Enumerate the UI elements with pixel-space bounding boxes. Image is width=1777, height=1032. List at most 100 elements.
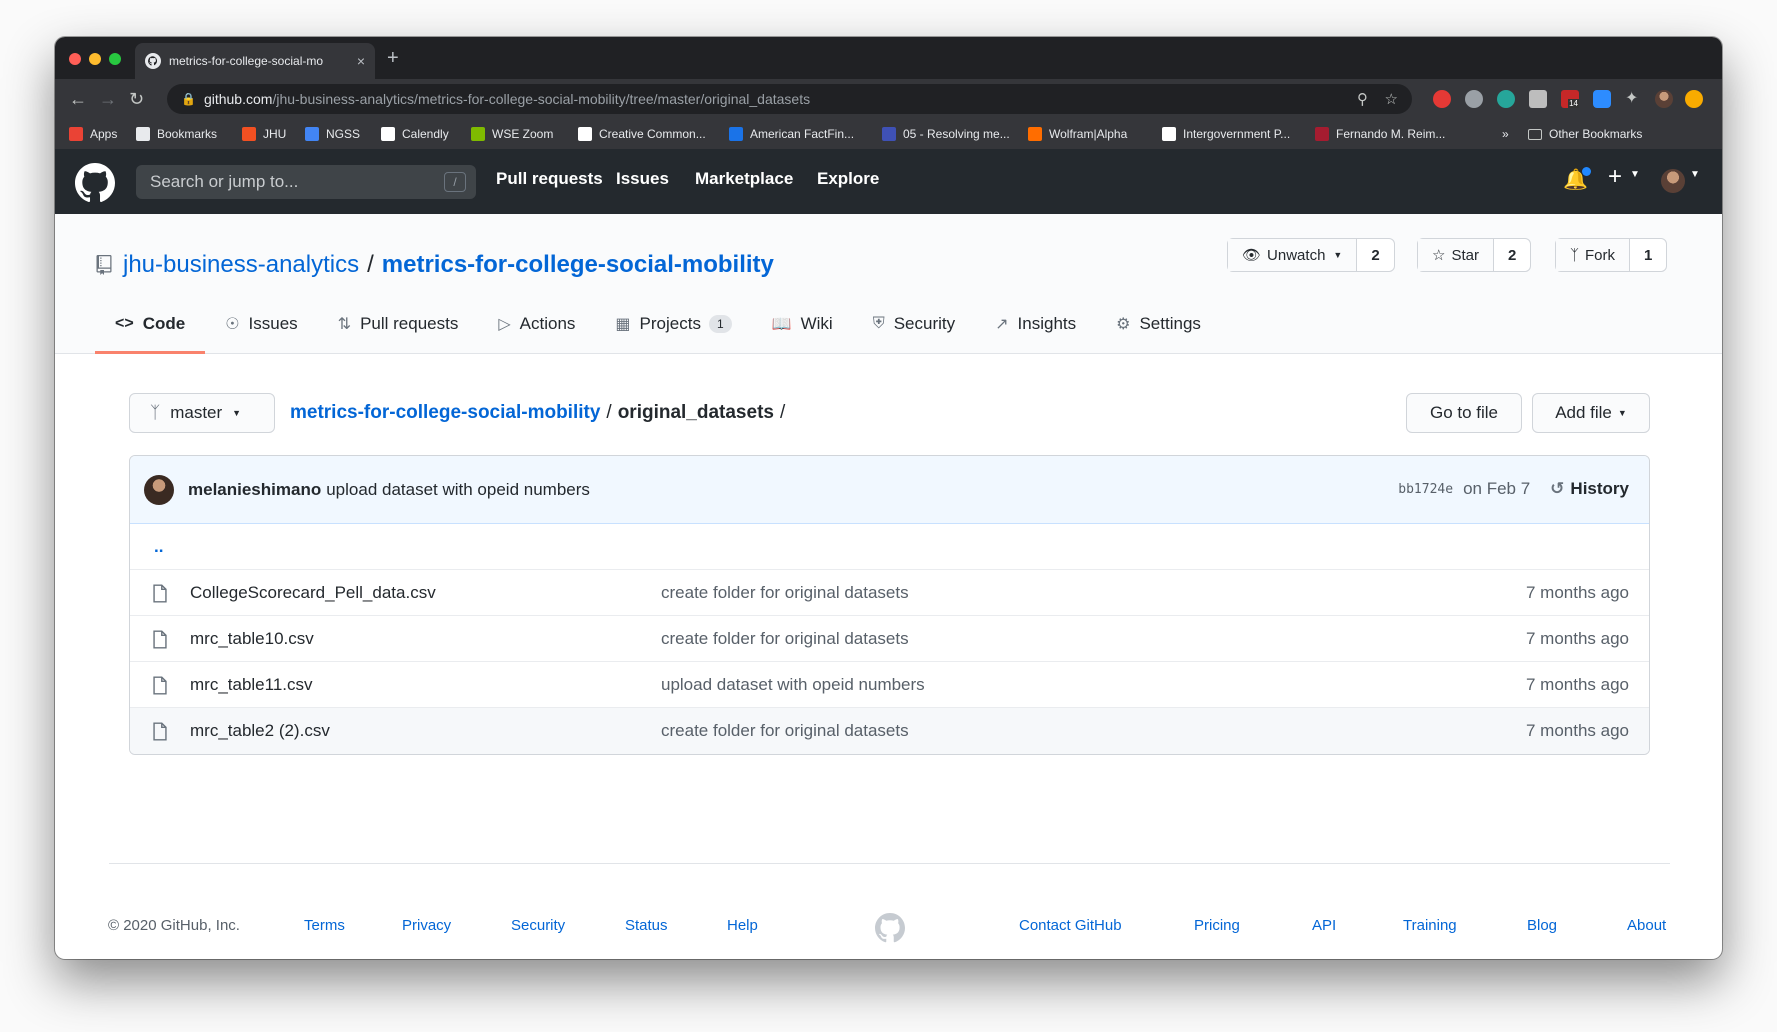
- star-count[interactable]: 2: [1493, 239, 1531, 271]
- file-commit-message[interactable]: create folder for original datasets: [661, 629, 909, 649]
- zoom-window-button[interactable]: [109, 53, 121, 65]
- file-commit-message[interactable]: create folder for original datasets: [661, 583, 909, 603]
- back-arrow-icon[interactable]: ←: [69, 88, 87, 110]
- create-new-plus-icon[interactable]: +: [1608, 163, 1622, 191]
- zoom-extension-icon[interactable]: [1593, 90, 1611, 108]
- footer-link-help[interactable]: Help: [727, 917, 758, 934]
- tab-security[interactable]: ⛨ Security: [853, 294, 975, 354]
- add-file-button[interactable]: Add file ▼: [1532, 393, 1650, 433]
- tab-close-icon[interactable]: ×: [357, 53, 365, 69]
- repo-owner-link[interactable]: jhu-business-analytics: [123, 251, 359, 279]
- extension-icon[interactable]: [1433, 90, 1451, 108]
- profile-avatar[interactable]: [1655, 90, 1673, 108]
- github-logo-icon[interactable]: [75, 163, 115, 203]
- footer-link-about[interactable]: About: [1627, 917, 1666, 934]
- chevron-down-icon[interactable]: ▼: [1690, 169, 1700, 180]
- nav-issues[interactable]: Issues: [616, 169, 669, 189]
- footer-link-security[interactable]: Security: [511, 917, 565, 934]
- puzzle-icon[interactable]: ✦: [1625, 90, 1643, 108]
- footer-link-terms[interactable]: Terms: [304, 917, 345, 934]
- tab-pull-requests[interactable]: ⇅ Pull requests: [318, 294, 479, 354]
- commit-message-link[interactable]: upload dataset with opeid numbers: [326, 480, 590, 500]
- new-tab-button[interactable]: +: [387, 47, 399, 69]
- watch-count[interactable]: 2: [1357, 239, 1394, 271]
- footer-link-blog[interactable]: Blog: [1527, 917, 1557, 934]
- star-button[interactable]: ☆ Star: [1418, 239, 1494, 271]
- bookmark-item[interactable]: Bookmarks: [136, 127, 217, 141]
- footer-link-training[interactable]: Training: [1403, 917, 1457, 934]
- bookmark-label: Intergovernment P...: [1183, 127, 1291, 141]
- file-age: 7 months ago: [1525, 582, 1629, 602]
- author-avatar[interactable]: [144, 474, 174, 505]
- address-bar[interactable]: 🔒 github.com /jhu-business-analytics/met…: [167, 84, 1412, 114]
- fork-count[interactable]: 1: [1630, 239, 1667, 271]
- table-row: mrc_table11.csv upload dataset with opei…: [130, 662, 1649, 708]
- bookmark-item[interactable]: American FactFin...: [729, 127, 854, 141]
- bookmark-item[interactable]: Fernando M. Reim...: [1315, 127, 1445, 141]
- bookmark-item[interactable]: Intergovernment P...: [1162, 127, 1290, 141]
- chevron-down-icon[interactable]: ▼: [1630, 169, 1640, 180]
- extension-icon[interactable]: [1529, 90, 1547, 108]
- file-name-link[interactable]: mrc_table2 (2).csv: [190, 721, 330, 741]
- bookmark-item[interactable]: Apps: [69, 127, 117, 141]
- tab-actions[interactable]: ▷ Actions: [478, 294, 595, 354]
- fork-button[interactable]: ᛉ Fork: [1556, 239, 1631, 271]
- bookmark-item[interactable]: Calendly: [381, 127, 449, 141]
- github-footer-logo-icon[interactable]: [875, 913, 905, 943]
- extension-icon[interactable]: [1497, 90, 1515, 108]
- bookmark-item[interactable]: 05 - Resolving me...: [882, 127, 1010, 141]
- footer-link-status[interactable]: Status: [625, 917, 668, 934]
- forward-arrow-icon[interactable]: →: [99, 88, 117, 110]
- bookmark-item[interactable]: NGSS: [305, 127, 360, 141]
- file-name-link[interactable]: mrc_table10.csv: [190, 629, 314, 649]
- pull-request-icon: ⇅: [337, 316, 352, 333]
- bookmark-item[interactable]: JHU: [242, 127, 286, 141]
- bookmarks-more-button[interactable]: »: [1502, 127, 1509, 141]
- tab-code[interactable]: <> Code: [95, 294, 206, 354]
- history-link[interactable]: ↺ History: [1550, 479, 1629, 499]
- file-commit-message[interactable]: create folder for original datasets: [661, 721, 909, 741]
- file-commit-message[interactable]: upload dataset with opeid numbers: [661, 675, 925, 695]
- nav-pull-requests[interactable]: Pull requests: [496, 169, 603, 189]
- footer-link-api[interactable]: API: [1312, 917, 1336, 934]
- commit-author-link[interactable]: melanieshimano: [188, 480, 321, 500]
- tab-insights[interactable]: ↗ Insights: [975, 294, 1096, 354]
- update-icon[interactable]: [1685, 90, 1703, 108]
- reload-icon[interactable]: ↻: [129, 88, 144, 110]
- zoom-icon[interactable]: ⚲: [1357, 90, 1368, 108]
- tab-settings[interactable]: ⚙ Settings: [1096, 294, 1221, 354]
- close-window-button[interactable]: [69, 53, 81, 65]
- unwatch-button[interactable]: 👁 Unwatch ▼: [1228, 239, 1358, 271]
- bookmark-item[interactable]: Creative Common...: [578, 127, 706, 141]
- parent-directory-link[interactable]: ..: [130, 537, 163, 557]
- footer-link-pricing[interactable]: Pricing: [1194, 917, 1240, 934]
- extension-icon[interactable]: [1465, 90, 1483, 108]
- go-to-file-button[interactable]: Go to file: [1406, 393, 1522, 433]
- nav-explore[interactable]: Explore: [817, 169, 879, 189]
- user-avatar[interactable]: [1661, 169, 1685, 193]
- commit-sha-link[interactable]: bb1724e: [1398, 482, 1453, 497]
- footer-link-privacy[interactable]: Privacy: [402, 917, 451, 934]
- nav-marketplace[interactable]: Marketplace: [695, 169, 793, 189]
- browser-tab[interactable]: metrics-for-college-social-mo ×: [135, 43, 375, 79]
- search-input[interactable]: Search or jump to... /: [136, 165, 476, 199]
- minimize-window-button[interactable]: [89, 53, 101, 65]
- other-bookmarks-folder[interactable]: Other Bookmarks: [1528, 127, 1642, 141]
- breadcrumb-repo-link[interactable]: metrics-for-college-social-mobility: [290, 402, 600, 424]
- footer-link-contact[interactable]: Contact GitHub: [1019, 917, 1122, 934]
- bookmark-item[interactable]: Wolfram|Alpha: [1028, 127, 1127, 141]
- extension-icon[interactable]: 14: [1561, 90, 1579, 108]
- bookmark-item[interactable]: WSE Zoom: [471, 127, 553, 141]
- file-name-link[interactable]: CollegeScorecard_Pell_data.csv: [190, 583, 436, 603]
- bookmark-star-icon[interactable]: ☆: [1385, 90, 1398, 108]
- file-name-link[interactable]: mrc_table11.csv: [190, 675, 313, 695]
- branch-selector[interactable]: ᛉ master ▼: [129, 393, 275, 433]
- project-icon: ▦: [615, 316, 631, 333]
- repo-name-link[interactable]: metrics-for-college-social-mobility: [382, 251, 774, 279]
- parent-directory-row[interactable]: ..: [130, 524, 1649, 570]
- tab-strip: metrics-for-college-social-mo × +: [55, 37, 1722, 79]
- tab-issues[interactable]: ☉ Issues: [205, 294, 317, 354]
- tab-wiki[interactable]: 📖 Wiki: [752, 294, 853, 354]
- tab-projects[interactable]: ▦ Projects 1: [595, 294, 751, 354]
- watch-button-group: 👁 Unwatch ▼ 2: [1227, 238, 1395, 272]
